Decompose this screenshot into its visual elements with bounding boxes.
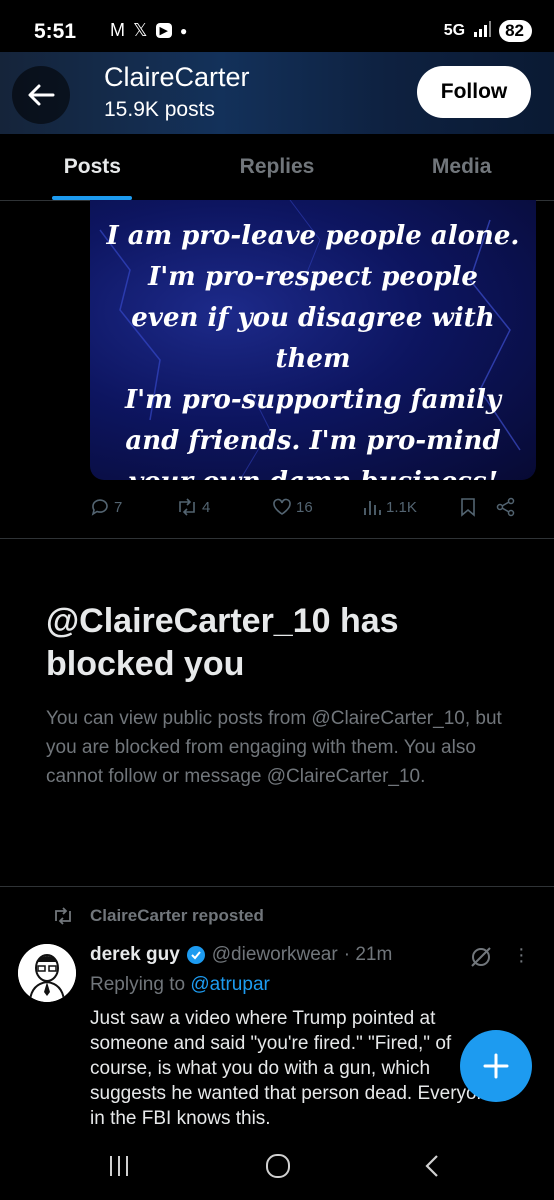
reply-icon <box>91 499 108 516</box>
bookmark-icon <box>461 498 475 517</box>
tab-posts[interactable]: Posts <box>0 134 185 200</box>
x-app-icon: 𝕏 <box>133 20 148 40</box>
tab-label: Media <box>431 155 492 178</box>
reply-button[interactable]: 7 <box>90 497 176 517</box>
views-icon <box>364 501 381 515</box>
replying-to-handle[interactable]: @atrupar <box>190 974 270 995</box>
bookmark-button[interactable] <box>460 497 496 517</box>
compose-button[interactable] <box>460 1030 532 1102</box>
follow-button[interactable]: Follow <box>417 66 531 118</box>
author-name[interactable]: derek guy <box>90 944 180 966</box>
blocked-title: @ClaireCarter_10 has blocked you <box>46 602 399 683</box>
blocked-message: You can view public posts from @ClaireCa… <box>46 708 502 787</box>
share-button[interactable] <box>496 497 516 517</box>
signal-icon <box>473 20 492 42</box>
repost-count: 4 <box>202 498 211 516</box>
dot-icon: ● <box>179 23 188 38</box>
back-button[interactable] <box>12 66 70 124</box>
plus-icon <box>483 1053 509 1079</box>
tab-label: Posts <box>63 155 121 178</box>
replying-prefix: Replying to <box>90 974 191 995</box>
tweet-author-line: derek guy @dieworkwear · 21m <box>90 944 392 966</box>
recent-apps-button[interactable] <box>110 1156 136 1178</box>
repost-button[interactable]: 4 <box>176 498 272 516</box>
divider <box>0 886 554 887</box>
like-count: 16 <box>296 498 313 516</box>
grok-icon[interactable] <box>468 944 494 975</box>
arrow-left-icon <box>28 84 55 106</box>
verified-badge-icon <box>186 946 205 964</box>
author-handle[interactable]: @dieworkwear <box>212 944 338 966</box>
tab-label: Replies <box>239 155 315 178</box>
notification-icons: M 𝕏 ▶ ● <box>110 20 187 41</box>
battery-indicator: 82 <box>499 20 532 42</box>
profile-tabs: Posts Replies Media <box>0 134 554 201</box>
home-button[interactable] <box>266 1154 290 1178</box>
post-actions: 7 4 16 1.1K <box>90 492 530 522</box>
tab-media[interactable]: Media <box>369 134 554 200</box>
repost-label: ClaireCarter reposted <box>90 906 264 925</box>
repost-icon <box>55 907 71 925</box>
status-time: 5:51 <box>34 20 77 43</box>
tweet-text: Just saw a video where Trump pointed at … <box>90 1008 498 1129</box>
views-button[interactable]: 1.1K <box>362 498 460 516</box>
network-label: 5G <box>443 22 466 39</box>
reply-count: 7 <box>114 498 123 516</box>
post-image[interactable]: I am pro-leave people alone. I'm pro-res… <box>90 200 536 480</box>
replying-to: Replying to @atrupar <box>90 974 270 996</box>
heart-icon <box>273 498 291 515</box>
tweet-time: · 21m <box>343 944 393 965</box>
gmail-icon: M <box>110 20 125 40</box>
image-quote-text: I am pro-leave people alone. I'm pro-res… <box>106 221 520 480</box>
repost-icon <box>179 498 195 516</box>
repost-context: ClaireCarter reposted <box>52 906 264 926</box>
view-count: 1.1K <box>386 498 417 516</box>
avatar-illustration <box>18 944 76 1002</box>
youtube-icon: ▶ <box>155 23 172 38</box>
like-button[interactable]: 16 <box>272 498 362 516</box>
profile-name: ClaireCarter <box>104 62 250 92</box>
more-options-icon[interactable]: · · · <box>518 939 525 971</box>
share-icon <box>496 497 515 517</box>
tab-replies[interactable]: Replies <box>185 134 370 200</box>
posts-count: 15.9K posts <box>104 98 215 121</box>
divider <box>0 538 554 539</box>
chevron-left-icon <box>425 1155 438 1177</box>
avatar[interactable] <box>18 944 76 1002</box>
system-icons: 5G 82 <box>444 20 532 42</box>
system-back-button[interactable] <box>424 1154 440 1183</box>
